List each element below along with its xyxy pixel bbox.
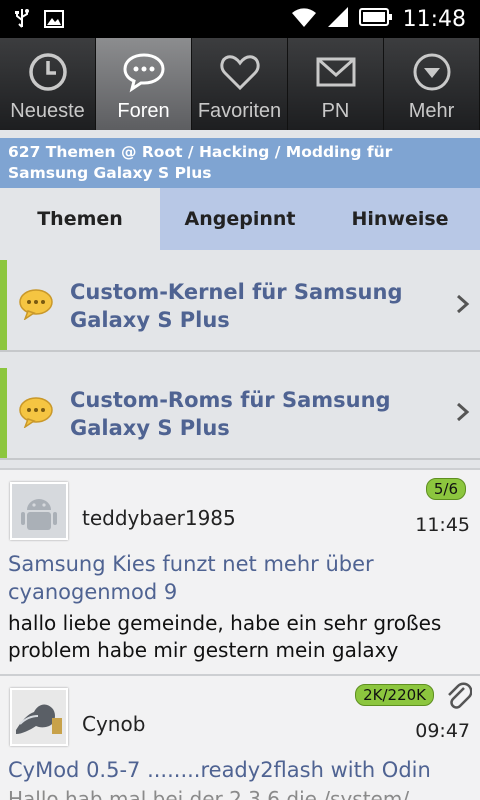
- pinned-thread-title: Custom-Roms für Samsung Galaxy S Plus: [70, 388, 391, 440]
- thread-author: Cynob: [82, 712, 146, 736]
- status-clock: 11:48: [402, 6, 466, 32]
- avatar: [10, 482, 68, 540]
- chevron-right-icon: [456, 294, 470, 314]
- tab-neueste[interactable]: Neueste: [0, 38, 96, 130]
- tab-label: Mehr: [408, 100, 455, 122]
- tab-label: Foren: [117, 100, 170, 122]
- tab-foren[interactable]: Foren: [96, 38, 192, 130]
- battery-icon: [358, 7, 393, 31]
- pinned-thread-row[interactable]: Custom-Kernel für Samsung Galaxy S Plus: [0, 260, 480, 352]
- image-icon: [44, 10, 64, 32]
- tab-mehr[interactable]: Mehr: [384, 38, 480, 130]
- thread-card[interactable]: teddybaer1985 5/6 11:45 Samsung Kies fun…: [0, 468, 480, 676]
- thread-excerpt: Hallo hab mal bei der 2.3.6 die /system/: [8, 787, 410, 800]
- tab-favoriten[interactable]: Favoriten: [192, 38, 288, 130]
- thread-card[interactable]: Cynob 2K/220K 09:47 CyMod 0.5-7 ........…: [0, 674, 480, 800]
- tab-label: Favoriten: [197, 100, 282, 122]
- thread-time: 09:47: [415, 720, 470, 742]
- speech-bubble-icon: [18, 288, 54, 321]
- status-bar: 11:48: [0, 0, 480, 38]
- reply-count-badge: 2K/220K: [355, 684, 434, 706]
- subtab-angepinnt[interactable]: Angepinnt: [160, 188, 320, 250]
- pinned-indicator: [0, 368, 7, 458]
- signal-icon: [327, 6, 349, 32]
- heart-icon: [218, 50, 262, 94]
- pinned-thread-row[interactable]: Custom-Roms für Samsung Galaxy S Plus: [0, 368, 480, 460]
- subtab-themen[interactable]: Themen: [0, 188, 160, 250]
- thread-title: CyMod 0.5-7 ........ready2flash with Odi…: [8, 758, 431, 782]
- tab-label: PN: [321, 100, 350, 122]
- thread-author: teddybaer1985: [82, 506, 236, 530]
- chevron-down-circle-icon: [410, 50, 454, 94]
- reply-count-badge: 5/6: [425, 478, 466, 500]
- chat-bubble-icon: [122, 50, 166, 94]
- thread-time: 11:45: [415, 514, 470, 536]
- mail-icon: [314, 50, 358, 94]
- thread-title: Samsung Kies funzt net mehr über cyanoge…: [8, 552, 374, 604]
- wifi-icon: [291, 6, 317, 32]
- clock-icon: [26, 50, 70, 94]
- paperclip-icon: [444, 680, 473, 710]
- subtab-hinweise[interactable]: Hinweise: [320, 188, 480, 250]
- thread-excerpt: hallo liebe gemeinde, habe ein sehr groß…: [8, 611, 442, 662]
- pinned-indicator: [0, 260, 7, 350]
- main-tab-bar: Neueste Foren Favoriten PN Mehr: [0, 38, 480, 130]
- chevron-right-icon: [456, 402, 470, 422]
- pinned-thread-title: Custom-Kernel für Samsung Galaxy S Plus: [70, 280, 403, 332]
- usb-icon: [14, 8, 30, 34]
- avatar: [10, 688, 68, 746]
- tab-label: Neueste: [10, 100, 85, 122]
- sub-tab-bar: Themen Angepinnt Hinweise: [0, 188, 480, 250]
- forum-path-header: 627 Themen @ Root / Hacking / Modding fü…: [0, 138, 480, 188]
- speech-bubble-icon: [18, 396, 54, 429]
- tab-pn[interactable]: PN: [288, 38, 384, 130]
